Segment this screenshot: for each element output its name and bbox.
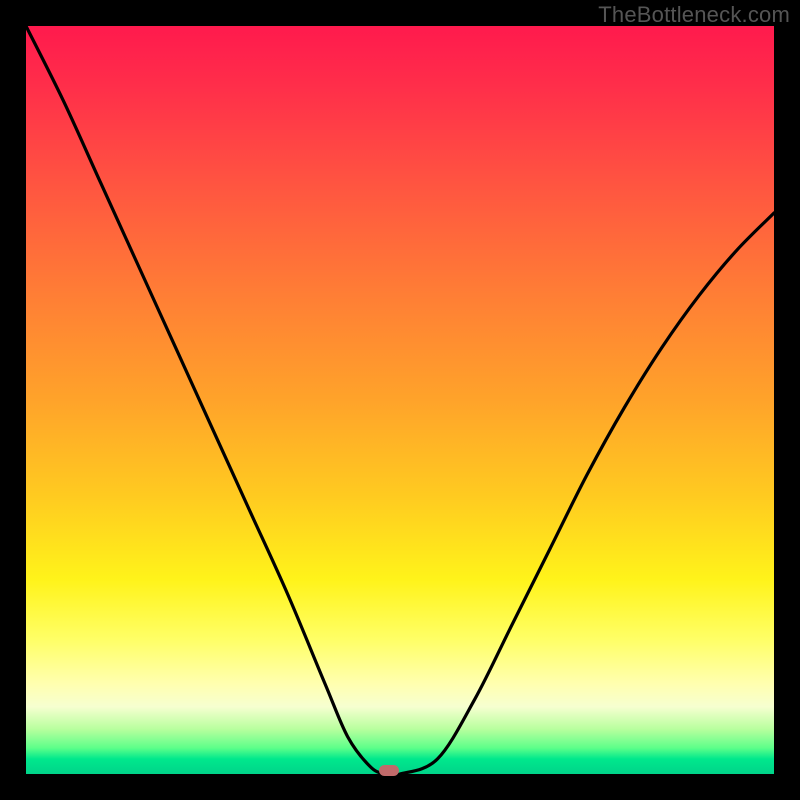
bottleneck-curve-path: [26, 26, 774, 774]
chart-frame: TheBottleneck.com: [0, 0, 800, 800]
plot-area: [26, 26, 774, 774]
watermark-text: TheBottleneck.com: [598, 2, 790, 28]
curve-svg: [26, 26, 774, 774]
optimum-marker: [379, 765, 399, 776]
